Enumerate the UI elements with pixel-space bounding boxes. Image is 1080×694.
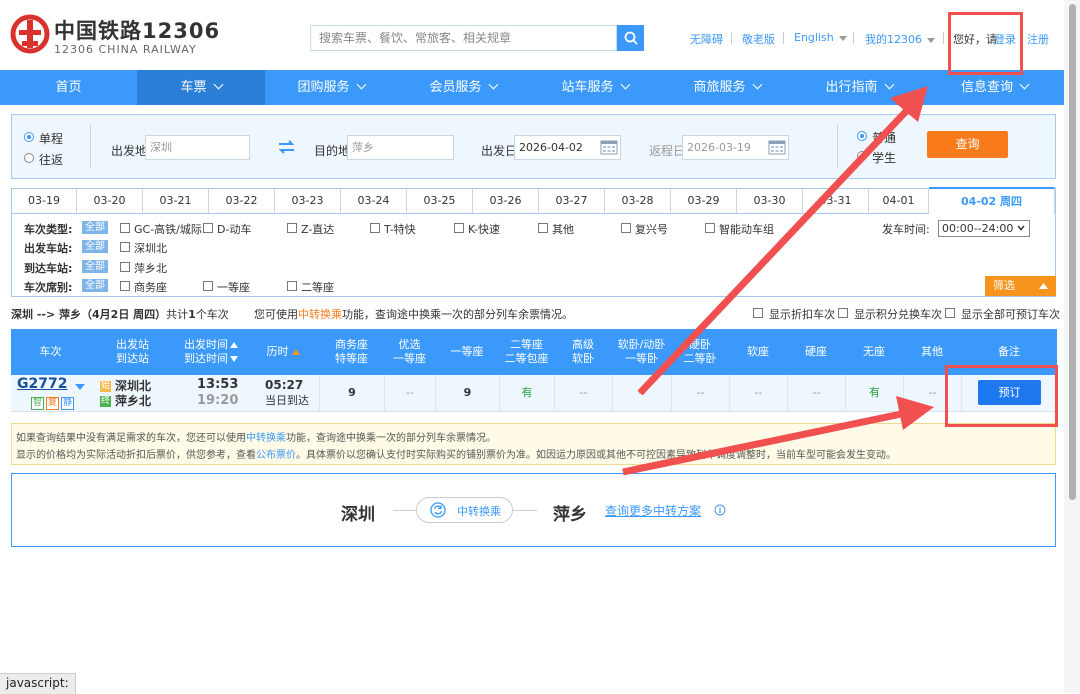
- annotation-arrow-to-book: [622, 409, 907, 476]
- annotation-arrows: [622, 86, 934, 476]
- annotation-arrowhead: [896, 396, 934, 430]
- annotation-arrowhead: [890, 86, 928, 122]
- annotation-arrow-to-login: [637, 102, 915, 396]
- scrollbar-thumb[interactable]: [1069, 4, 1076, 500]
- status-bar: javascript:: [0, 673, 76, 694]
